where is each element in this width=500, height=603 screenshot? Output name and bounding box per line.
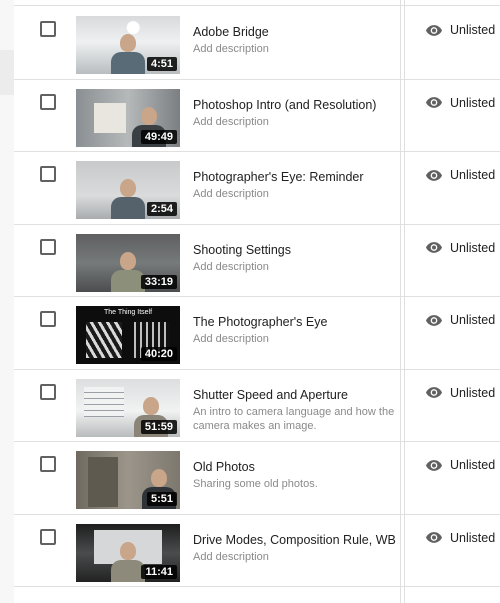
eye-icon xyxy=(426,169,442,181)
video-description[interactable]: Sharing some old photos. xyxy=(193,477,398,491)
row-checkbox[interactable] xyxy=(40,21,56,37)
video-description[interactable]: Add description xyxy=(193,187,398,201)
visibility-selector[interactable]: Unlisted xyxy=(426,386,495,400)
table-row: 51:59 Shutter Speed and Aperture An intr… xyxy=(14,370,500,442)
table-row: 2:54 Photographer's Eye: Reminder Add de… xyxy=(14,152,500,225)
video-title[interactable]: Shutter Speed and Aperture xyxy=(193,388,398,402)
table-row: 33:19 Shooting Settings Add description … xyxy=(14,225,500,297)
video-duration: 11:41 xyxy=(141,564,177,579)
row-checkbox[interactable] xyxy=(40,311,56,327)
visibility-selector[interactable]: Unlisted xyxy=(426,531,495,545)
visibility-selector[interactable]: Unlisted xyxy=(426,313,495,327)
visibility-selector[interactable]: Unlisted xyxy=(426,96,495,110)
video-title[interactable]: Photoshop Intro (and Resolution) xyxy=(193,98,398,112)
eye-icon xyxy=(426,314,442,326)
row-checkbox[interactable] xyxy=(40,93,56,110)
visibility-selector[interactable]: Unlisted xyxy=(426,23,495,37)
eye-icon xyxy=(426,242,442,253)
eye-icon xyxy=(426,532,442,543)
visibility-label: Unlisted xyxy=(450,95,496,110)
video-thumbnail[interactable]: 33:19 xyxy=(76,233,180,292)
video-title[interactable]: Old Photos xyxy=(193,460,398,474)
visibility-selector[interactable]: Unlisted xyxy=(426,168,495,182)
video-duration: 51:59 xyxy=(140,419,177,434)
video-description[interactable]: Add description xyxy=(193,550,398,564)
video-duration: 33:19 xyxy=(140,274,177,289)
row-checkbox[interactable] xyxy=(40,238,56,255)
video-duration: 2:54 xyxy=(146,202,177,216)
row-checkbox[interactable] xyxy=(40,166,56,182)
video-thumbnail[interactable]: 49:49 xyxy=(76,88,180,147)
video-thumbnail[interactable]: 11:41 xyxy=(76,523,180,582)
visibility-label: Unlisted xyxy=(450,23,496,37)
video-thumbnail[interactable]: 4:51 xyxy=(76,16,180,74)
table-row: The Thing Itself 40:20 The Photographer'… xyxy=(14,297,500,370)
video-duration: 40:20 xyxy=(140,347,177,361)
eye-icon xyxy=(426,459,442,471)
visibility-selector[interactable]: Unlisted xyxy=(426,241,495,255)
video-description[interactable]: Add description xyxy=(193,42,398,56)
video-title[interactable]: Shooting Settings xyxy=(193,243,398,257)
visibility-label: Unlisted xyxy=(450,240,496,255)
visibility-label: Unlisted xyxy=(450,458,496,472)
side-panel-edge xyxy=(0,0,14,603)
video-description[interactable]: An intro to camera language and how the … xyxy=(193,405,398,433)
visibility-label: Unlisted xyxy=(450,313,496,327)
video-thumbnail[interactable]: 5:51 xyxy=(76,451,180,509)
video-title[interactable]: Adobe Bridge xyxy=(193,25,398,39)
video-description[interactable]: Add description xyxy=(193,332,398,346)
video-description[interactable]: Add description xyxy=(193,115,398,129)
video-thumbnail[interactable]: 51:59 xyxy=(76,378,180,437)
table-row: 5:51 Old Photos Sharing some old photos.… xyxy=(14,442,500,515)
video-title[interactable]: The Photographer's Eye xyxy=(193,315,398,329)
eye-icon xyxy=(426,387,442,398)
thumbnail-caption: The Thing Itself xyxy=(103,309,153,316)
video-title[interactable]: Drive Modes, Composition Rule, WB I... xyxy=(193,533,398,547)
video-thumbnail[interactable]: The Thing Itself 40:20 xyxy=(76,306,180,364)
video-thumbnail[interactable]: 2:54 xyxy=(76,161,180,219)
table-row: 4:51 Adobe Bridge Add description Unlist… xyxy=(14,7,500,80)
table-row: 49:49 Photoshop Intro (and Resolution) A… xyxy=(14,80,500,152)
visibility-label: Unlisted xyxy=(450,168,496,182)
table-header-edge xyxy=(14,0,500,6)
visibility-label: Unlisted xyxy=(450,530,496,545)
visibility-label: Unlisted xyxy=(450,385,496,400)
video-duration: 4:51 xyxy=(146,57,177,71)
eye-icon xyxy=(426,24,442,36)
video-duration: 5:51 xyxy=(146,492,177,506)
table-row: 11:41 Drive Modes, Composition Rule, WB … xyxy=(14,515,500,587)
video-title[interactable]: Photographer's Eye: Reminder xyxy=(193,170,398,184)
row-checkbox[interactable] xyxy=(40,456,56,472)
row-checkbox[interactable] xyxy=(40,528,56,545)
video-list: 4:51 Adobe Bridge Add description Unlist… xyxy=(14,7,500,587)
video-description[interactable]: Add description xyxy=(193,260,398,274)
visibility-selector[interactable]: Unlisted xyxy=(426,458,495,472)
video-duration: 49:49 xyxy=(140,129,177,144)
eye-icon xyxy=(426,97,442,108)
row-checkbox[interactable] xyxy=(40,383,56,400)
